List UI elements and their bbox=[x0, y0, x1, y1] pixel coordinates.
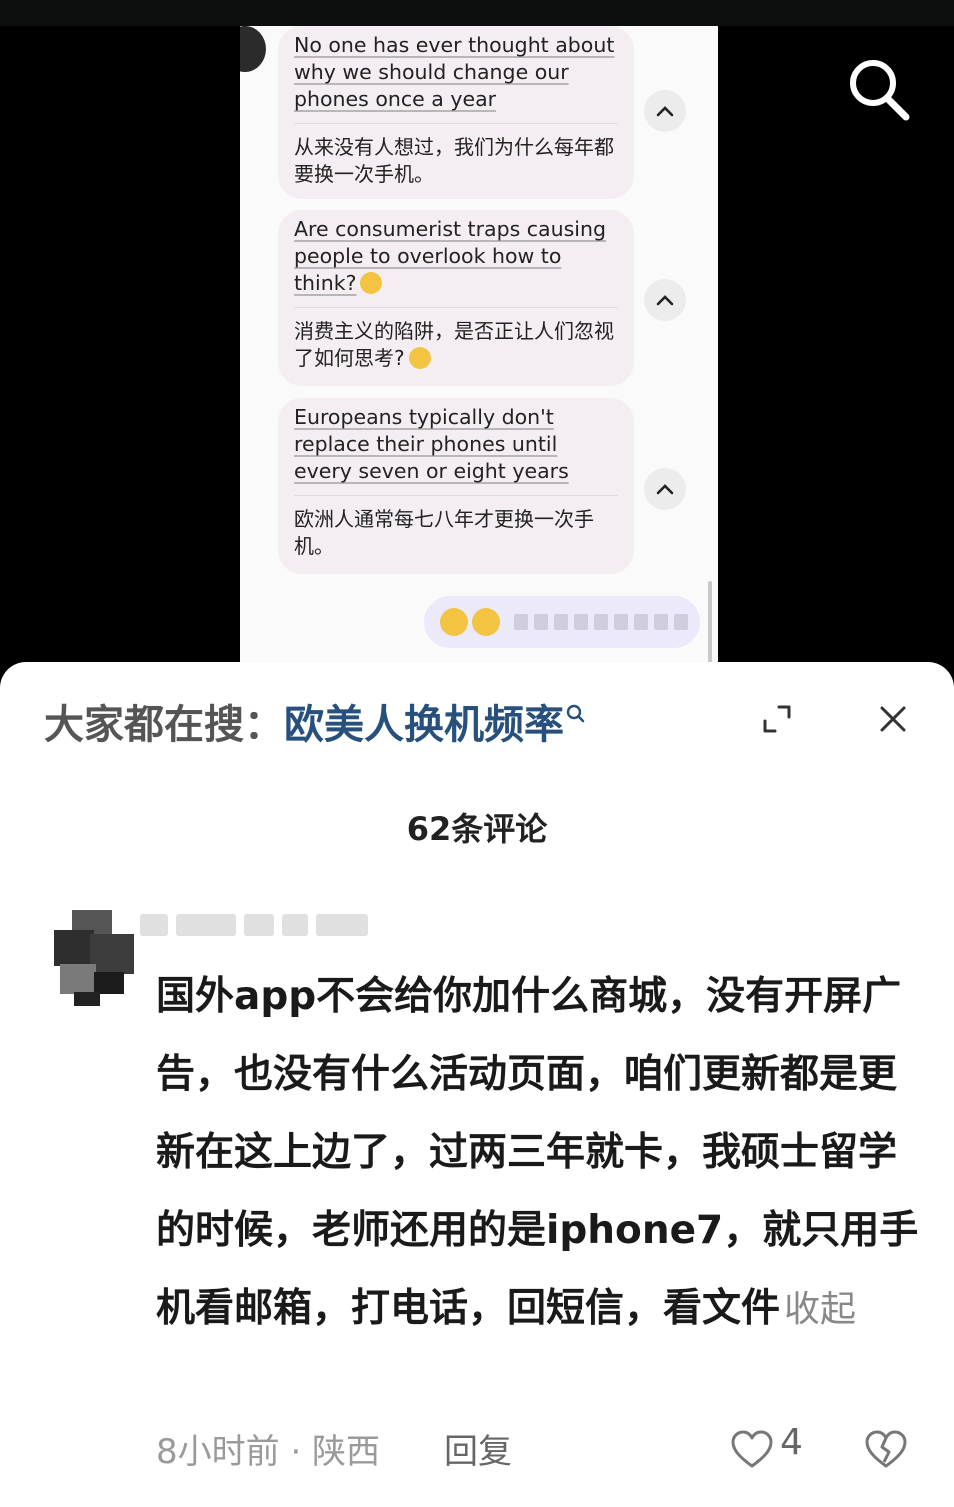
like-count: 4 bbox=[780, 1422, 803, 1463]
collapse-button[interactable] bbox=[644, 279, 686, 321]
hot-search-term[interactable]: 欧美人换机频率 bbox=[284, 702, 564, 748]
message-divider bbox=[294, 495, 618, 496]
my-message-bubble bbox=[424, 596, 700, 648]
chevron-up-icon bbox=[656, 106, 674, 117]
scrollbar bbox=[708, 581, 712, 671]
message-divider bbox=[294, 307, 618, 308]
comment-body: 国外app不会给你加什么商城，没有开屏广告，也没有什么活动页面，咱们更新都是更新… bbox=[156, 974, 919, 1331]
reply-button[interactable]: 回复 bbox=[444, 1424, 512, 1473]
chevron-up-icon bbox=[656, 295, 674, 306]
message-english: Are consumerist traps causing people to … bbox=[294, 217, 606, 295]
message-chinese: 欧洲人通常每七八年才更换一次手机。 bbox=[294, 507, 594, 558]
screaming-face-icon bbox=[440, 608, 468, 636]
collapse-button[interactable] bbox=[644, 90, 686, 132]
expand-icon[interactable] bbox=[760, 702, 794, 736]
message-english: No one has ever thought about why we sho… bbox=[294, 33, 615, 111]
avatar[interactable] bbox=[54, 910, 134, 1006]
search-icon[interactable] bbox=[842, 54, 914, 126]
top-status-bar bbox=[0, 0, 954, 26]
search-icon bbox=[566, 704, 585, 723]
username-blurred bbox=[140, 914, 368, 936]
thinking-face-icon bbox=[408, 347, 431, 369]
comment-text: 国外app不会给你加什么商城，没有开屏广告，也没有什么活动页面，咱们更新都是更新… bbox=[156, 958, 926, 1349]
screaming-face-icon bbox=[472, 608, 500, 636]
comment-sheet: 大家都在搜：欧美人换机频率 62条评论 国外app不会给你加什么商城，没有开屏广… bbox=[0, 662, 954, 1507]
message-bubble: Europeans typically don't replace their … bbox=[278, 398, 634, 574]
message-chinese: 从来没有人想过，我们为什么每年都要换一次手机。 bbox=[294, 135, 614, 186]
close-icon[interactable] bbox=[876, 702, 910, 736]
chat-screenshot: No one has ever thought about why we sho… bbox=[240, 26, 718, 676]
hot-search-bar[interactable]: 大家都在搜：欧美人换机频率 bbox=[44, 692, 586, 750]
chevron-up-icon bbox=[656, 484, 674, 495]
message-english: Europeans typically don't replace their … bbox=[294, 405, 569, 483]
message-bubble: Are consumerist traps causing people to … bbox=[278, 210, 634, 386]
comment-meta: 8小时前 · 陕西 bbox=[156, 1432, 381, 1472]
collapse-link[interactable]: 收起 bbox=[784, 1289, 856, 1330]
blurred-text bbox=[514, 614, 688, 630]
dislike-icon[interactable] bbox=[864, 1430, 908, 1470]
message-chinese: 消费主义的陷阱，是否正让人们忽视了如何思考? bbox=[294, 319, 614, 370]
comment-count: 62条评论 bbox=[406, 810, 548, 848]
heart-icon[interactable] bbox=[730, 1430, 774, 1470]
collapse-button[interactable] bbox=[644, 468, 686, 510]
message-bubble: No one has ever thought about why we sho… bbox=[278, 26, 634, 199]
message-divider bbox=[294, 123, 618, 124]
chat-avatar bbox=[240, 26, 266, 72]
hot-search-prefix: 大家都在搜： bbox=[44, 702, 284, 748]
thinking-face-icon bbox=[360, 272, 383, 294]
